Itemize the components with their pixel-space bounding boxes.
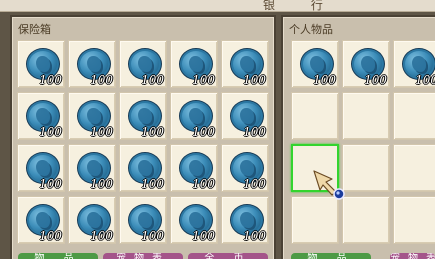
personal-slot[interactable]: 100 bbox=[393, 40, 435, 88]
item-quantity: 100 bbox=[90, 229, 113, 243]
safe-tab-0[interactable]: 物 品 bbox=[18, 253, 98, 259]
safe-slot[interactable]: 100 bbox=[17, 144, 65, 192]
item-quantity: 100 bbox=[90, 73, 113, 87]
safe-slot[interactable]: 100 bbox=[17, 196, 65, 244]
safe-slot[interactable]: 100 bbox=[221, 92, 269, 140]
item-quantity: 100 bbox=[39, 177, 62, 191]
item-quantity: 100 bbox=[313, 73, 336, 87]
item-quantity: 100 bbox=[39, 73, 62, 87]
safe-tab-2[interactable]: 全 币 bbox=[188, 253, 268, 259]
item-quantity: 100 bbox=[192, 73, 215, 87]
personal-slot[interactable] bbox=[342, 144, 390, 192]
safe-slot[interactable]: 100 bbox=[170, 196, 218, 244]
item-quantity: 100 bbox=[192, 177, 215, 191]
item-quantity: 100 bbox=[243, 73, 266, 87]
safe-slot[interactable]: 100 bbox=[68, 92, 116, 140]
personal-slot[interactable] bbox=[393, 144, 435, 192]
safe-slot[interactable]: 100 bbox=[68, 196, 116, 244]
tab-label: 物 品 bbox=[34, 253, 82, 259]
safe-slot[interactable]: 100 bbox=[221, 144, 269, 192]
safe-slot[interactable]: 100 bbox=[119, 144, 167, 192]
personal-slot[interactable] bbox=[291, 196, 339, 244]
item-quantity: 100 bbox=[192, 229, 215, 243]
personal-slot[interactable] bbox=[393, 92, 435, 140]
safe-slot[interactable]: 100 bbox=[170, 40, 218, 88]
item-quantity: 100 bbox=[141, 73, 164, 87]
personal-slot[interactable]: 100 bbox=[342, 40, 390, 88]
safe-slot[interactable]: 100 bbox=[119, 40, 167, 88]
safe-slot[interactable]: 100 bbox=[119, 196, 167, 244]
safe-slot[interactable]: 100 bbox=[68, 40, 116, 88]
item-quantity: 100 bbox=[243, 229, 266, 243]
safe-tab-1[interactable]: 宠物表 bbox=[103, 253, 183, 259]
item-quantity: 100 bbox=[90, 177, 113, 191]
item-quantity: 100 bbox=[415, 73, 435, 87]
hand-cursor-icon bbox=[313, 170, 345, 200]
tab-label: 宠物表 bbox=[116, 253, 170, 259]
safe-panel-title: 保险箱 bbox=[18, 23, 51, 36]
item-quantity: 100 bbox=[364, 73, 387, 87]
personal-slot[interactable] bbox=[291, 92, 339, 140]
safe-slot[interactable]: 100 bbox=[221, 196, 269, 244]
safe-slot[interactable]: 100 bbox=[68, 144, 116, 192]
safe-slot[interactable]: 100 bbox=[17, 40, 65, 88]
item-quantity: 100 bbox=[141, 177, 164, 191]
item-quantity: 100 bbox=[39, 125, 62, 139]
item-quantity: 100 bbox=[90, 125, 113, 139]
safe-slot[interactable]: 100 bbox=[170, 92, 218, 140]
item-quantity: 100 bbox=[141, 125, 164, 139]
window-title: 银 行 bbox=[263, 0, 339, 12]
personal-slot[interactable] bbox=[393, 196, 435, 244]
safe-slot[interactable]: 100 bbox=[119, 92, 167, 140]
personal-panel-title: 个人物品 bbox=[289, 23, 333, 36]
item-quantity: 100 bbox=[141, 229, 164, 243]
personal-slot[interactable] bbox=[342, 196, 390, 244]
safe-slot[interactable]: 100 bbox=[17, 92, 65, 140]
item-quantity: 100 bbox=[39, 229, 62, 243]
tab-label: 物 品 bbox=[307, 253, 355, 259]
personal-slot[interactable] bbox=[342, 92, 390, 140]
safe-slot[interactable]: 100 bbox=[170, 144, 218, 192]
item-quantity: 100 bbox=[243, 125, 266, 139]
item-quantity: 100 bbox=[243, 177, 266, 191]
personal-slot[interactable]: 100 bbox=[291, 40, 339, 88]
personal-tab-1[interactable]: 宠物表 bbox=[390, 253, 435, 259]
item-quantity: 100 bbox=[192, 125, 215, 139]
title-bar: 银 行 bbox=[0, 0, 435, 12]
personal-tab-0[interactable]: 物 品 bbox=[291, 253, 371, 259]
safe-slot[interactable]: 100 bbox=[221, 40, 269, 88]
tab-label: 宠物表 bbox=[390, 253, 435, 259]
bank-window: 银 行 保险箱 个人物品 100 100 100 100 100 100 100 100 100… bbox=[0, 0, 435, 259]
tab-label: 全 币 bbox=[204, 253, 252, 259]
